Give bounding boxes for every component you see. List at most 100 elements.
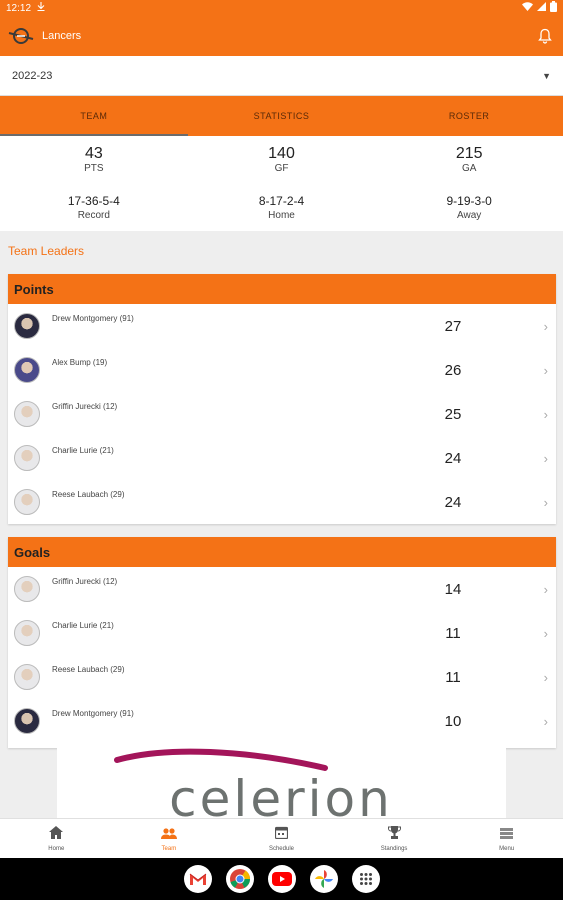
player-avatar <box>14 445 40 471</box>
stat-record: 17-36-5-4 Record <box>0 192 188 222</box>
nav-standings[interactable]: Standings <box>338 819 451 858</box>
leader-row[interactable]: Drew Montgomery (91) 10 › <box>8 699 556 743</box>
leader-row[interactable]: Charlie Lurie (21) 11 › <box>8 611 556 655</box>
leader-row[interactable]: Charlie Lurie (21) 24 › <box>8 436 556 480</box>
season-dropdown[interactable]: 2022-23 ▼ <box>0 56 563 96</box>
team-leaders-heading: Team Leaders <box>8 244 85 258</box>
player-name: Reese Laubach (29) <box>52 490 125 499</box>
chrome-icon[interactable] <box>225 865 254 893</box>
stat-value: 140 <box>268 144 295 162</box>
stat-value: 17-36-5-4 <box>67 193 120 208</box>
nav-team[interactable]: Team <box>113 819 226 858</box>
nav-label: Standings <box>380 845 408 852</box>
chevron-right-icon: › <box>543 362 548 378</box>
season-value: 2022-23 <box>12 69 53 82</box>
chevron-right-icon: › <box>543 494 548 510</box>
points-leaders-card: Points Drew Montgomery (91) 27 › Alex Bu… <box>8 274 556 524</box>
tab-statistics[interactable]: STATISTICS <box>188 96 376 136</box>
leader-row[interactable]: Reese Laubach (29) 24 › <box>8 480 556 524</box>
bottom-navigation: Home Team Schedule Standings Menu <box>0 818 563 858</box>
player-name: Griffin Jurecki (12) <box>52 402 118 411</box>
system-dock <box>0 858 563 900</box>
nav-home[interactable]: Home <box>0 819 113 858</box>
stat-label: Away <box>457 209 482 221</box>
status-bar: 12:12 <box>0 0 563 16</box>
nav-label: Schedule <box>268 845 294 852</box>
signal-icon <box>537 2 546 14</box>
nav-label: Team <box>161 845 177 852</box>
app-drawer-icon[interactable] <box>351 865 380 893</box>
player-stat-value: 10 <box>444 712 462 730</box>
photos-icon[interactable] <box>309 865 338 893</box>
team-icon <box>160 826 177 844</box>
player-avatar <box>14 313 40 339</box>
stat-value: 43 <box>84 144 103 162</box>
player-avatar <box>14 664 40 690</box>
player-avatar <box>14 489 40 515</box>
ad-banner[interactable]: celerion <box>57 746 506 818</box>
goals-leaders-card: Goals Griffin Jurecki (12) 14 › Charlie … <box>8 537 556 748</box>
wifi-icon <box>522 2 533 14</box>
player-avatar <box>14 620 40 646</box>
nav-menu[interactable]: Menu <box>450 819 563 858</box>
player-stat-value: 11 <box>445 624 461 642</box>
chevron-right-icon: › <box>543 318 548 334</box>
leader-row[interactable]: Griffin Jurecki (12) 25 › <box>8 392 556 436</box>
notification-bell-icon[interactable] <box>535 26 555 46</box>
player-name: Reese Laubach (29) <box>52 665 125 674</box>
team-stats-panel: 43 PTS 140 GF 215 GA 17-36-5-4 Record 8-… <box>0 136 563 231</box>
tab-bar: TEAM STATISTICS ROSTER <box>0 96 563 136</box>
player-stat-value: 24 <box>444 449 462 467</box>
stat-label: Home <box>268 209 295 221</box>
player-name: Charlie Lurie (21) <box>52 446 114 455</box>
tab-roster[interactable]: ROSTER <box>375 96 563 136</box>
stat-label: Record <box>77 209 110 221</box>
player-avatar <box>14 401 40 427</box>
trophy-icon <box>387 825 401 844</box>
dropdown-caret-icon: ▼ <box>542 70 551 81</box>
app-bar: Lancers <box>0 16 563 56</box>
player-name: Griffin Jurecki (12) <box>52 577 118 586</box>
chevron-right-icon: › <box>543 713 548 729</box>
player-avatar <box>14 576 40 602</box>
download-icon <box>37 2 45 14</box>
nav-label: Home <box>48 845 65 852</box>
player-stat-value: 27 <box>444 317 462 335</box>
player-stat-value: 24 <box>444 493 462 511</box>
stat-away: 9-19-3-0 Away <box>375 192 563 222</box>
clock: 12:12 <box>6 2 32 14</box>
leader-row[interactable]: Griffin Jurecki (12) 14 › <box>8 567 556 611</box>
nav-label: Menu <box>499 845 515 852</box>
calendar-icon <box>274 826 289 844</box>
chevron-right-icon: › <box>543 406 548 422</box>
leader-row[interactable]: Reese Laubach (29) 11 › <box>8 655 556 699</box>
stat-home: 8-17-2-4 Home <box>188 192 376 222</box>
player-avatar <box>14 708 40 734</box>
player-stat-value: 25 <box>444 405 462 423</box>
celerion-logo: celerion <box>114 748 393 818</box>
tab-team[interactable]: TEAM <box>0 96 188 136</box>
home-icon <box>49 825 64 844</box>
card-title: Goals <box>8 537 556 567</box>
player-stat-value: 11 <box>445 668 461 686</box>
nav-schedule[interactable]: Schedule <box>225 819 338 858</box>
player-stat-value: 26 <box>444 361 462 379</box>
gmail-icon[interactable] <box>183 865 212 893</box>
stat-gf: 140 GF <box>188 145 376 175</box>
youtube-icon[interactable] <box>267 865 296 893</box>
stat-value: 9-19-3-0 <box>446 193 492 208</box>
stat-label: GA <box>461 162 477 174</box>
ad-brand-text: celerion <box>169 770 393 818</box>
stat-label: GF <box>274 162 289 174</box>
leader-row[interactable]: Alex Bump (19) 26 › <box>8 348 556 392</box>
card-title: Points <box>8 274 556 304</box>
chevron-right-icon: › <box>543 450 548 466</box>
stat-pts: 43 PTS <box>0 145 188 175</box>
leader-row[interactable]: Drew Montgomery (91) 27 › <box>8 304 556 348</box>
player-avatar <box>14 357 40 383</box>
player-name: Drew Montgomery (91) <box>52 709 134 718</box>
stat-ga: 215 GA <box>375 145 563 175</box>
player-name: Alex Bump (19) <box>52 358 108 367</box>
chevron-right-icon: › <box>543 625 548 641</box>
stat-label: PTS <box>84 162 104 174</box>
